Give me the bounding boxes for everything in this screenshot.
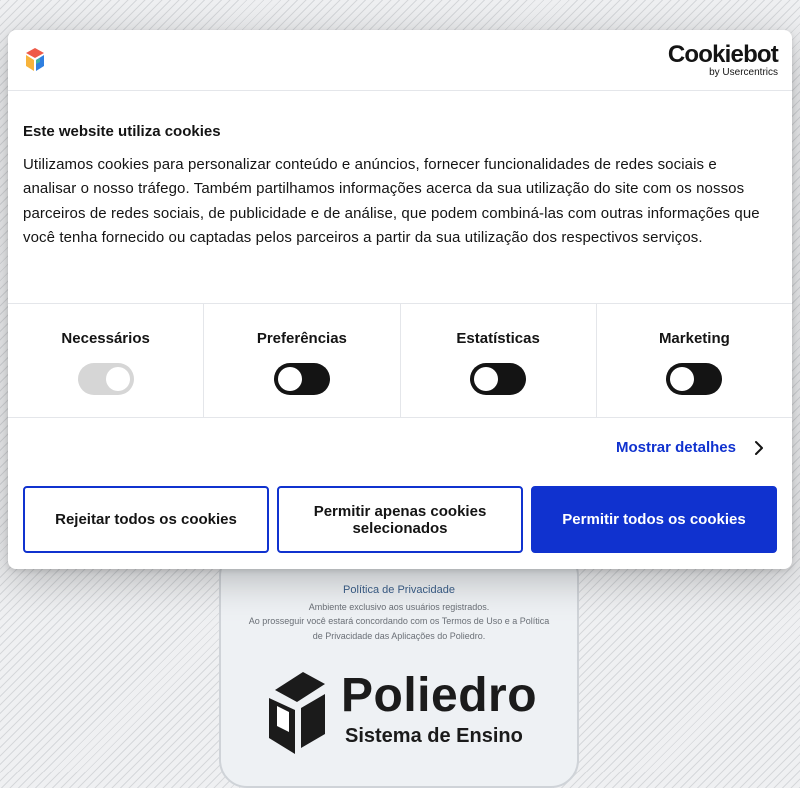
category-marketing: Marketing — [597, 304, 792, 417]
poliedro-cube-icon — [269, 672, 325, 754]
brand-subtitle: Sistema de Ensino — [345, 725, 523, 747]
cookiebot-name: Cookiebot — [667, 41, 779, 68]
terms-note-line-2: de Privacidade das Aplicações do Poliedr… — [312, 631, 486, 641]
allow-all-button[interactable]: Permitir todos os cookies — [531, 486, 777, 553]
category-label: Marketing — [658, 330, 730, 347]
cookiebot-wordmark[interactable]: Cookiebot by Usercentrics — [667, 41, 779, 79]
dialog-title: Este website utiliza cookies — [23, 123, 221, 140]
reject-all-button[interactable]: Rejeitar todos os cookies — [23, 486, 269, 553]
marketing-toggle[interactable] — [666, 363, 723, 395]
poliedro-logo: Poliedro Sistema de Ensino — [269, 669, 539, 758]
dialog-content: Este website utiliza cookies Utilizamos … — [23, 123, 773, 250]
login-card: Política de Privacidade Ambiente exclusi… — [219, 548, 579, 788]
privacy-policy-link[interactable]: Política de Privacidade — [221, 584, 577, 596]
dialog-header: Cookiebot by Usercentrics — [8, 30, 792, 91]
consent-categories: Necessários Preferências Estatísticas Ma… — [8, 303, 792, 418]
terms-note-line-1: Ao prosseguir você estará concordando co… — [248, 616, 550, 626]
show-details-label: Mostrar detalhes — [615, 439, 736, 456]
show-details-link[interactable]: Mostrar detalhes — [616, 439, 764, 456]
preferences-toggle[interactable] — [273, 363, 330, 395]
cookiebot-cube-icon — [26, 48, 44, 71]
category-preferences: Preferências — [204, 304, 401, 417]
cookiebot-by-usercentrics: by Usercentrics — [709, 67, 778, 78]
brand-name: Poliedro — [341, 669, 538, 722]
category-necessary: Necessários — [8, 304, 205, 417]
category-label: Preferências — [256, 330, 347, 347]
allow-selected-button[interactable]: Permitir apenas cookies selecionados — [277, 486, 523, 553]
dialog-description: Utilizamos cookies para personalizar con… — [23, 156, 760, 246]
category-statistics: Estatísticas — [401, 304, 597, 417]
cookie-consent-dialog: Cookiebot by Usercentrics Este website u… — [8, 30, 792, 569]
category-label: Estatísticas — [456, 330, 540, 347]
chevron-right-icon — [755, 440, 763, 455]
category-label: Necessários — [61, 330, 150, 347]
necessary-toggle — [77, 363, 134, 395]
exclusive-note: Ambiente exclusivo aos usuários registra… — [308, 602, 490, 612]
statistics-toggle[interactable] — [470, 363, 527, 395]
